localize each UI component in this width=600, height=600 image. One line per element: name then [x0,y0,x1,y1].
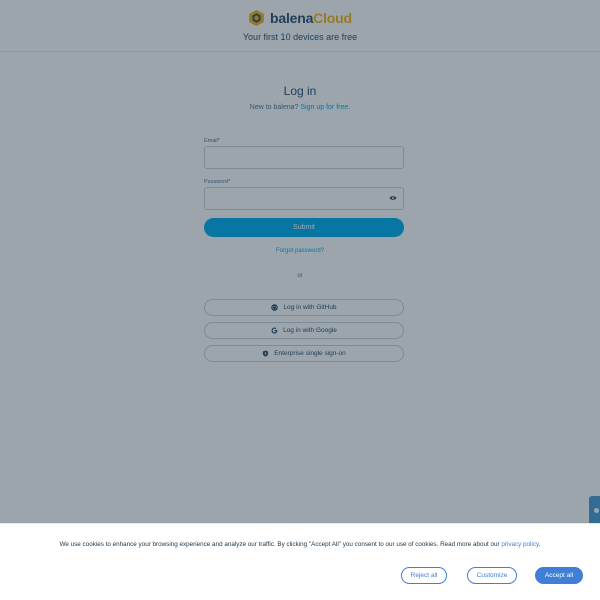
cookie-message: We use cookies to enhance your browsing … [0,541,600,548]
customize-button[interactable]: Customize [467,567,517,584]
cookie-consent-overlay [0,0,600,523]
reject-all-button[interactable]: Reject all [401,567,447,584]
privacy-policy-link[interactable]: privacy policy [501,541,538,548]
cookie-banner: We use cookies to enhance your browsing … [0,523,600,600]
cookie-message-text: We use cookies to enhance your browsing … [59,541,500,548]
accept-all-button[interactable]: Accept all [535,567,583,584]
cookie-message-end: . [538,541,541,548]
